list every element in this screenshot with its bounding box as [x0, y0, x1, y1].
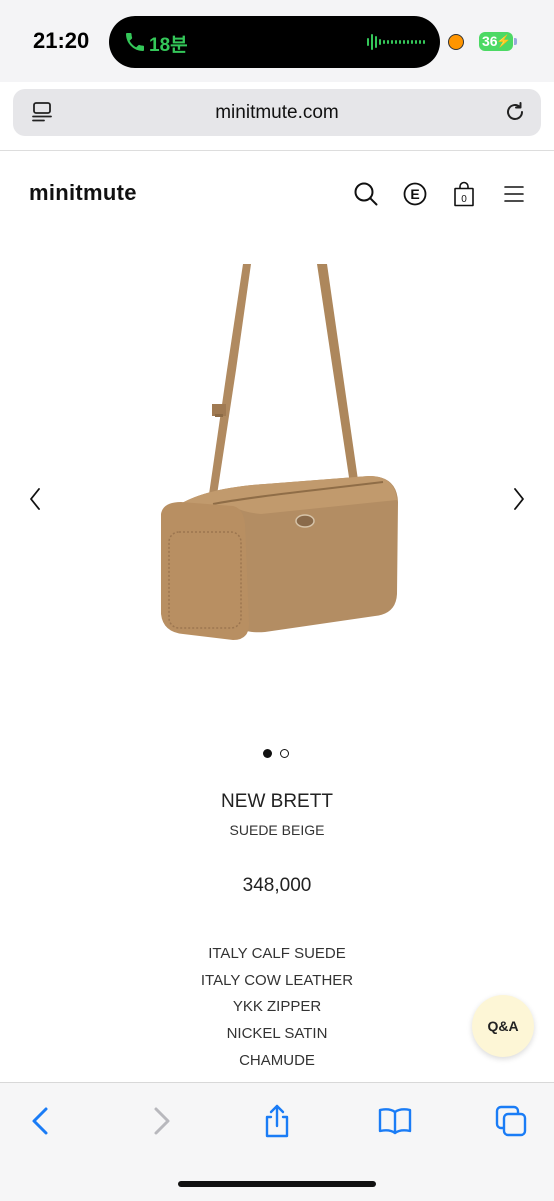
share-icon[interactable]: [259, 1103, 295, 1139]
product-image[interactable]: [65, 262, 490, 662]
materials-list: ITALY CALF SUEDE ITALY COW LEATHER YKK Z…: [0, 945, 554, 1078]
battery-tip: [514, 38, 517, 45]
search-icon[interactable]: [353, 181, 379, 207]
product-color: SUEDE BEIGE: [229, 822, 325, 838]
material-item: NICKEL SATIN: [226, 1025, 328, 1043]
address-bar[interactable]: minitmute.com: [13, 89, 541, 136]
e-icon[interactable]: E: [402, 181, 428, 207]
material-item: YKK ZIPPER: [232, 998, 322, 1016]
reload-icon[interactable]: [503, 100, 527, 124]
pagination-dot[interactable]: [280, 749, 289, 758]
call-duration: 18분: [149, 35, 188, 56]
previous-image-arrow-icon[interactable]: [25, 485, 45, 513]
back-icon[interactable]: [23, 1103, 59, 1139]
site-logo[interactable]: minitmute: [29, 180, 137, 206]
charging-icon: ⚡: [496, 34, 511, 48]
cart-count: 0: [461, 194, 467, 205]
status-bar: 21:20 18분 36 ⚡: [0, 0, 554, 82]
product-price: 348,000: [242, 875, 312, 896]
product-name: NEW BRETT: [221, 791, 333, 812]
phone-icon: [126, 33, 144, 51]
divider: [0, 150, 554, 151]
battery-indicator: 36 ⚡: [479, 32, 513, 51]
cart-icon[interactable]: 0: [451, 181, 477, 207]
image-pagination: [263, 748, 293, 760]
next-image-arrow-icon[interactable]: [509, 485, 529, 513]
url-text[interactable]: minitmute.com: [13, 102, 541, 124]
tabs-icon[interactable]: [494, 1103, 530, 1139]
qa-button[interactable]: Q&A: [472, 995, 534, 1057]
menu-icon[interactable]: [502, 181, 528, 207]
forward-icon[interactable]: [143, 1103, 179, 1139]
pagination-dot-active[interactable]: [263, 749, 272, 758]
recording-indicator: [448, 34, 464, 50]
dynamic-island[interactable]: 18분: [109, 16, 440, 68]
status-time: 21:20: [33, 28, 90, 53]
home-indicator: [178, 1181, 376, 1187]
material-item: CHAMUDE: [239, 1051, 315, 1069]
bookmarks-icon[interactable]: [377, 1103, 413, 1139]
waveform-icon: [367, 34, 425, 50]
material-item: ITALY CALF SUEDE: [208, 945, 346, 962]
material-item: ITALY COW LEATHER: [200, 971, 354, 989]
e-icon-letter: E: [410, 186, 419, 202]
